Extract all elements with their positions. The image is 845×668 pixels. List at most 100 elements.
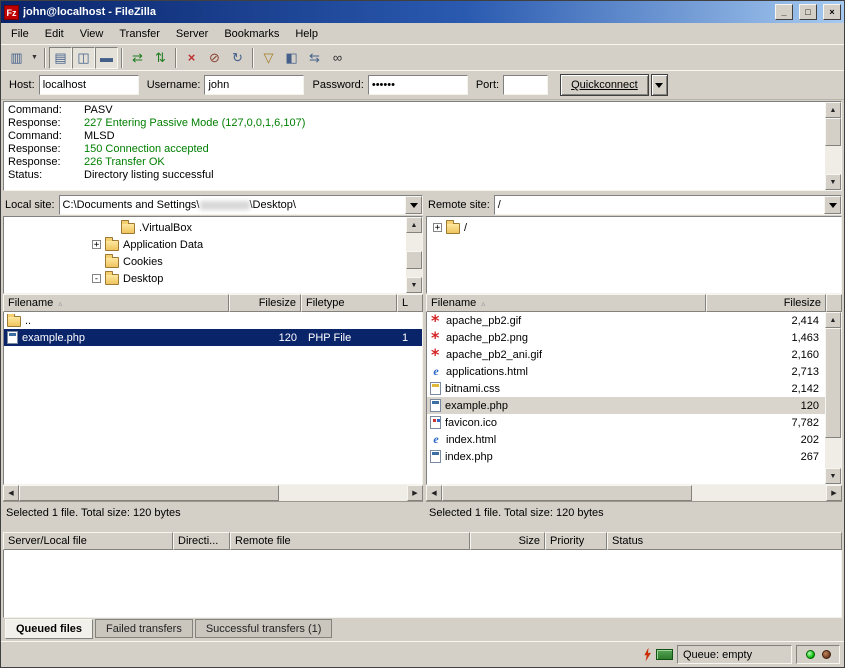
toggle-message-log-button[interactable]: ▤ [49, 47, 72, 69]
password-input[interactable] [368, 75, 468, 95]
host-input[interactable] [39, 75, 139, 95]
column-header-filename[interactable]: Filename▵ [426, 294, 706, 312]
tree-item[interactable]: -Desktop [4, 270, 422, 287]
scroll-thumb[interactable] [825, 118, 841, 146]
scroll-thumb[interactable] [406, 251, 422, 269]
scroll-track[interactable] [406, 233, 422, 277]
column-header-filesize[interactable]: Filesize [229, 294, 301, 312]
scroll-track[interactable] [825, 328, 841, 468]
menu-bookmarks[interactable]: Bookmarks [216, 25, 287, 43]
menu-transfer[interactable]: Transfer [111, 25, 168, 43]
menu-file[interactable]: File [3, 25, 37, 43]
scroll-thumb[interactable] [825, 328, 841, 438]
scroll-down-icon[interactable]: ▼ [825, 468, 841, 484]
column-header-remote-file[interactable]: Remote file [230, 532, 470, 550]
column-header-direction[interactable]: Directi... [173, 532, 230, 550]
file-row-parent-dir[interactable]: .. [4, 312, 422, 329]
local-site-combobox[interactable]: C:\Documents and Settings\\Desktop\ [59, 195, 423, 215]
file-row[interactable]: bitnami.css2,142 [427, 380, 825, 397]
file-row[interactable]: applications.html2,713 [427, 363, 825, 380]
speed-limit-icon[interactable] [643, 648, 652, 662]
local-path-dropdown-button[interactable] [405, 196, 422, 214]
tree-expander[interactable]: + [433, 223, 442, 232]
scroll-up-icon[interactable]: ▲ [825, 102, 841, 118]
tree-expander[interactable]: + [92, 240, 101, 249]
scroll-down-icon[interactable]: ▼ [825, 174, 841, 190]
refresh-button[interactable]: ⇄ [126, 47, 149, 69]
local-path-text[interactable]: C:\Documents and Settings\\Desktop\ [60, 196, 405, 214]
remote-path-dropdown-button[interactable] [824, 196, 841, 214]
column-header-filesize[interactable]: Filesize [706, 294, 826, 312]
file-row[interactable]: apache_pb2_ani.gif2,160 [427, 346, 825, 363]
local-tree-vertical-scrollbar[interactable]: ▲ ▼ [406, 217, 422, 293]
directory-comparison-button[interactable]: ◧ [280, 47, 303, 69]
maximize-button[interactable]: □ [799, 4, 817, 20]
scroll-left-icon[interactable]: ◀ [426, 485, 442, 501]
tree-expander[interactable]: - [92, 274, 101, 283]
scroll-right-icon[interactable]: ▶ [826, 485, 842, 501]
disconnect-button[interactable]: ⊘ [203, 47, 226, 69]
log-vertical-scrollbar[interactable]: ▲ ▼ [825, 102, 841, 190]
scroll-track[interactable] [442, 485, 826, 501]
tree-item[interactable]: +/ [427, 219, 841, 236]
menu-server[interactable]: Server [168, 25, 216, 43]
quickconnect-dropdown-button[interactable] [651, 74, 668, 96]
file-row[interactable]: index.php267 [427, 448, 825, 465]
tree-item[interactable]: Cookies [4, 253, 422, 270]
file-row[interactable]: favicon.ico7,782 [427, 414, 825, 431]
file-row[interactable]: index.html202 [427, 431, 825, 448]
remote-vertical-scrollbar[interactable]: ▲ ▼ [825, 312, 841, 484]
tab-successful-transfers[interactable]: Successful transfers (1) [195, 619, 333, 638]
menu-help[interactable]: Help [287, 25, 326, 43]
scroll-right-icon[interactable]: ▶ [407, 485, 423, 501]
column-header-last-modified[interactable]: L [397, 294, 423, 312]
remote-horizontal-scrollbar[interactable]: ◀ ▶ [426, 485, 842, 501]
reconnect-button[interactable]: ↻ [226, 47, 249, 69]
find-files-button[interactable]: ∞ [326, 47, 349, 69]
file-row-selected[interactable]: example.php 120 PHP File 1 [4, 329, 422, 346]
column-header-filetype[interactable]: Filetype [301, 294, 397, 312]
column-header-size[interactable]: Size [470, 532, 545, 550]
quickconnect-button[interactable]: Quickconnect [560, 74, 649, 96]
scroll-track[interactable] [825, 118, 841, 174]
toggle-transfer-queue-button[interactable]: ▬ [95, 47, 118, 69]
scroll-thumb[interactable] [442, 485, 692, 501]
toggle-directory-trees-button[interactable]: ◫ [72, 47, 95, 69]
menu-edit[interactable]: Edit [37, 25, 72, 43]
minimize-button[interactable]: _ [775, 4, 793, 20]
tab-queued-files[interactable]: Queued files [5, 619, 93, 639]
scroll-track[interactable] [19, 485, 407, 501]
file-row[interactable]: apache_pb2.png1,463 [427, 329, 825, 346]
remote-path-text[interactable]: / [495, 196, 824, 214]
scroll-left-icon[interactable]: ◀ [3, 485, 19, 501]
column-header-priority[interactable]: Priority [545, 532, 607, 550]
column-header-server-local-file[interactable]: Server/Local file [3, 532, 173, 550]
filter-button[interactable]: ▽ [257, 47, 280, 69]
scroll-thumb[interactable] [19, 485, 279, 501]
synchronized-browsing-button[interactable]: ⇆ [303, 47, 326, 69]
scroll-up-icon[interactable]: ▲ [406, 217, 422, 233]
process-queue-icon: ⇅ [155, 51, 166, 64]
username-input[interactable] [204, 75, 304, 95]
close-button[interactable]: × [823, 4, 841, 20]
scroll-up-icon[interactable]: ▲ [825, 312, 841, 328]
port-input[interactable] [503, 75, 548, 95]
cancel-operation-button[interactable]: × [180, 47, 203, 69]
site-manager-button[interactable]: ▥ [5, 47, 28, 69]
process-queue-button[interactable]: ⇅ [149, 47, 172, 69]
local-horizontal-scrollbar[interactable]: ◀ ▶ [3, 485, 423, 501]
column-header-filename[interactable]: Filename▵ [3, 294, 229, 312]
column-label: Filesize [784, 297, 821, 309]
filezilla-app-icon[interactable]: Fz [4, 5, 19, 20]
file-row-selected[interactable]: example.php120 [427, 397, 825, 414]
tree-item[interactable]: +Application Data [4, 236, 422, 253]
tree-item[interactable]: .VirtualBox [4, 219, 422, 236]
menu-view[interactable]: View [72, 25, 112, 43]
file-row[interactable]: apache_pb2.gif2,414 [427, 312, 825, 329]
tab-failed-transfers[interactable]: Failed transfers [95, 619, 193, 638]
keyboard-activity-icon[interactable] [656, 649, 673, 660]
scroll-down-icon[interactable]: ▼ [406, 277, 422, 293]
site-manager-dropdown-button[interactable]: ▼ [28, 47, 41, 69]
column-header-status[interactable]: Status [607, 532, 842, 550]
remote-site-combobox[interactable]: / [494, 195, 842, 215]
